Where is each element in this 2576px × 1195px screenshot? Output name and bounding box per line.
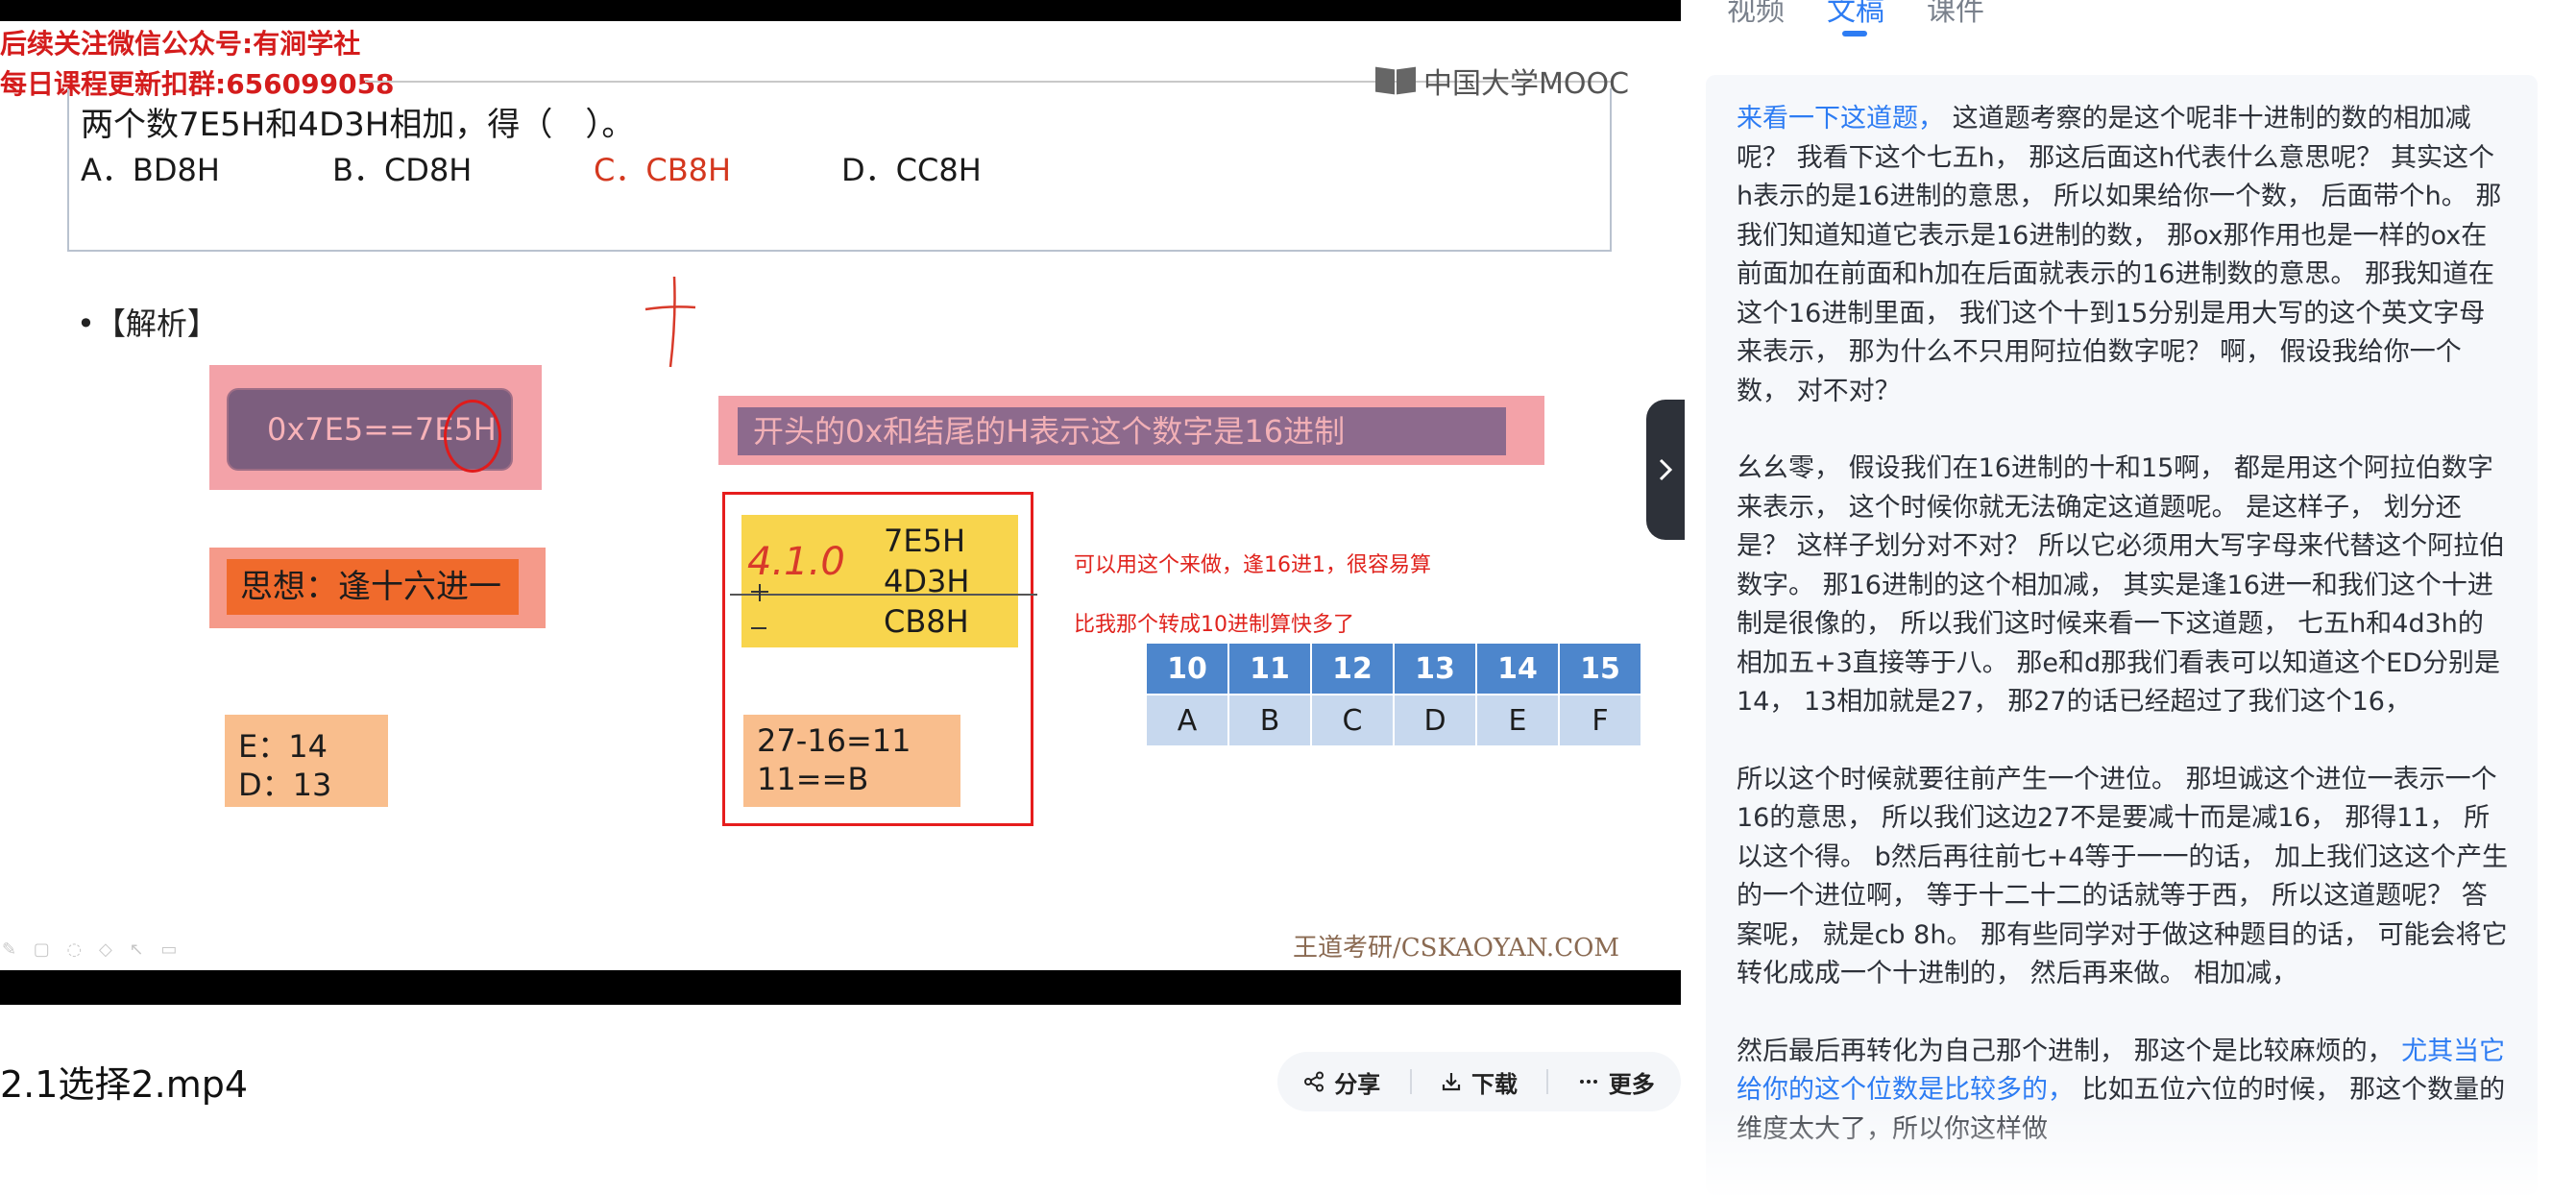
hex-header-cell: 12 bbox=[1312, 644, 1393, 694]
analysis-heading: •【解析】 bbox=[77, 305, 218, 342]
transcript-current-sentence[interactable]: 来看一下这道题， bbox=[1737, 104, 1944, 134]
option-a: A．BD8H bbox=[81, 152, 220, 188]
more-label: 更多 bbox=[1608, 1070, 1655, 1098]
video-file-title: 2.1选择2.mp4 bbox=[0, 1063, 249, 1106]
more-button[interactable]: 更多 bbox=[1578, 1065, 1655, 1099]
question-text: 两个数7E5H和4D3H相加，得（ ）。 bbox=[81, 106, 635, 144]
action-bar: 分享 下载 更多 bbox=[1277, 1052, 1681, 1111]
option-c-correct: C．CB8H bbox=[594, 152, 732, 188]
player-top-bar bbox=[0, 0, 1681, 21]
handwritten-calc-text: 4.1.0 bbox=[747, 540, 845, 584]
hex-value-cell: E bbox=[1477, 695, 1558, 745]
action-divider bbox=[1546, 1069, 1549, 1094]
collapse-panel-button[interactable] bbox=[1646, 400, 1685, 540]
hex-value-cell: D bbox=[1395, 695, 1475, 745]
handwritten-circle-icon bbox=[444, 400, 501, 473]
hex-meaning-text: 开头的0x和结尾的H表示这个数字是16进制 bbox=[738, 407, 1506, 455]
ed-values-card: E：14 D：13 bbox=[225, 715, 388, 807]
hex-header-cell: 14 bbox=[1477, 644, 1558, 694]
carry-step-1: 27-16=11 bbox=[757, 722, 911, 759]
carry-card: 27-16=11 11==B bbox=[743, 715, 960, 807]
hex-table-header-row: 10 11 12 13 14 15 bbox=[1147, 644, 1640, 694]
option-b: B．CD8H bbox=[332, 152, 473, 188]
chevron-right-icon bbox=[1659, 458, 1673, 481]
transcript-paragraph-1[interactable]: 来看一下这道题， 这道题考察的是这个呢非十进制的数的相加减呢？ 我看下这个七五h… bbox=[1737, 100, 2509, 411]
option-d: D．CC8H bbox=[841, 152, 982, 188]
share-icon bbox=[1304, 1071, 1324, 1092]
transcript-paragraph-2[interactable]: 幺幺零， 假设我们在16进制的十和15啊， 都是用这个阿拉伯数字来表示， 这个时… bbox=[1737, 450, 2509, 722]
handwritten-calc-notes-icon: 4.1.0 bbox=[747, 540, 845, 629]
hex-value-cell: B bbox=[1229, 695, 1310, 745]
calc-operand-1: 7E5H bbox=[884, 523, 965, 559]
handwritten-cross-icon bbox=[644, 276, 696, 368]
tab-transcript[interactable]: 文稿 bbox=[1827, 0, 1884, 37]
hex-header-cell: 15 bbox=[1560, 644, 1640, 694]
player-bottom-bar bbox=[0, 970, 1681, 1005]
calc-result: CB8H bbox=[884, 603, 969, 640]
red-note-1: 可以用这个来做，逢16进1，很容易算 bbox=[1074, 553, 1431, 577]
red-note-2: 比我那个转成10进制算快多了 bbox=[1074, 613, 1354, 637]
transcript-panel[interactable]: 来看一下这道题， 这道题考察的是这个呢非十进制的数的相加减呢？ 我看下这个七五h… bbox=[1706, 75, 2538, 1195]
hex-digit-table: 10 11 12 13 14 15 A B C D E F bbox=[1145, 642, 1642, 747]
idea-card: 思想：逢十六进一 bbox=[209, 548, 546, 628]
transcript-text[interactable]: 这道题考察的是这个呢非十进制的数的相加减呢？ 我看下这个七五h， 那这后面这h代… bbox=[1737, 104, 2501, 406]
hex-value-cell: A bbox=[1147, 695, 1227, 745]
hex-meaning-card: 开头的0x和结尾的H表示这个数字是16进制 bbox=[718, 396, 1544, 465]
share-button[interactable]: 分享 bbox=[1303, 1065, 1380, 1099]
hex-value-cell: F bbox=[1560, 695, 1640, 745]
hex-value-cell: C bbox=[1312, 695, 1393, 745]
idea-text: 思想：逢十六进一 bbox=[227, 559, 519, 615]
hex-header-cell: 13 bbox=[1395, 644, 1475, 694]
annotation-tools-icon: ✎ ▢ ◌ ◇ ↖ ▭ bbox=[2, 939, 183, 960]
video-player[interactable]: 后续关注微信公众号:有涧学社 每日课程更新扣群:656099058 中国大学MO… bbox=[0, 0, 1681, 1005]
hex-header-cell: 11 bbox=[1229, 644, 1310, 694]
download-icon bbox=[1442, 1073, 1461, 1091]
tab-video[interactable]: 视频 bbox=[1727, 0, 1785, 29]
transcript-text[interactable]: 然后最后再转化为自己那个进制， 那这个是比较麻烦的， bbox=[1737, 1036, 2401, 1066]
hex-prefix-card: 0x7E5==7E5H bbox=[209, 365, 542, 490]
carry-step-2: 11==B bbox=[757, 761, 869, 797]
action-divider bbox=[1409, 1069, 1412, 1094]
share-label: 分享 bbox=[1334, 1070, 1381, 1098]
tab-courseware[interactable]: 课件 bbox=[1927, 0, 1984, 29]
download-button[interactable]: 下载 bbox=[1441, 1065, 1518, 1099]
transcript-paragraph-3[interactable]: 所以这个时候就要往前产生一个进位。 那坦诚这个进位一表示一个16的意思， 所以我… bbox=[1737, 761, 2509, 994]
site-watermark: 王道考研/CSKAOYAN.COM bbox=[1293, 934, 1620, 963]
download-label: 下载 bbox=[1470, 1070, 1518, 1098]
more-icon bbox=[1579, 1080, 1597, 1084]
watermark-wechat: 后续关注微信公众号:有涧学社 bbox=[0, 28, 361, 60]
panel-tabs: 视频 文稿 课件 bbox=[1727, 0, 1984, 37]
video-frame[interactable]: 后续关注微信公众号:有涧学社 每日课程更新扣群:656099058 中国大学MO… bbox=[0, 21, 1681, 970]
hex-table-value-row: A B C D E F bbox=[1147, 695, 1640, 745]
transcript-paragraph-4[interactable]: 然后最后再转化为自己那个进制， 那这个是比较麻烦的， 尤其当它给你的这个位数是比… bbox=[1737, 1033, 2509, 1150]
d-value: D：13 bbox=[238, 767, 332, 803]
hex-header-cell: 10 bbox=[1147, 644, 1227, 694]
